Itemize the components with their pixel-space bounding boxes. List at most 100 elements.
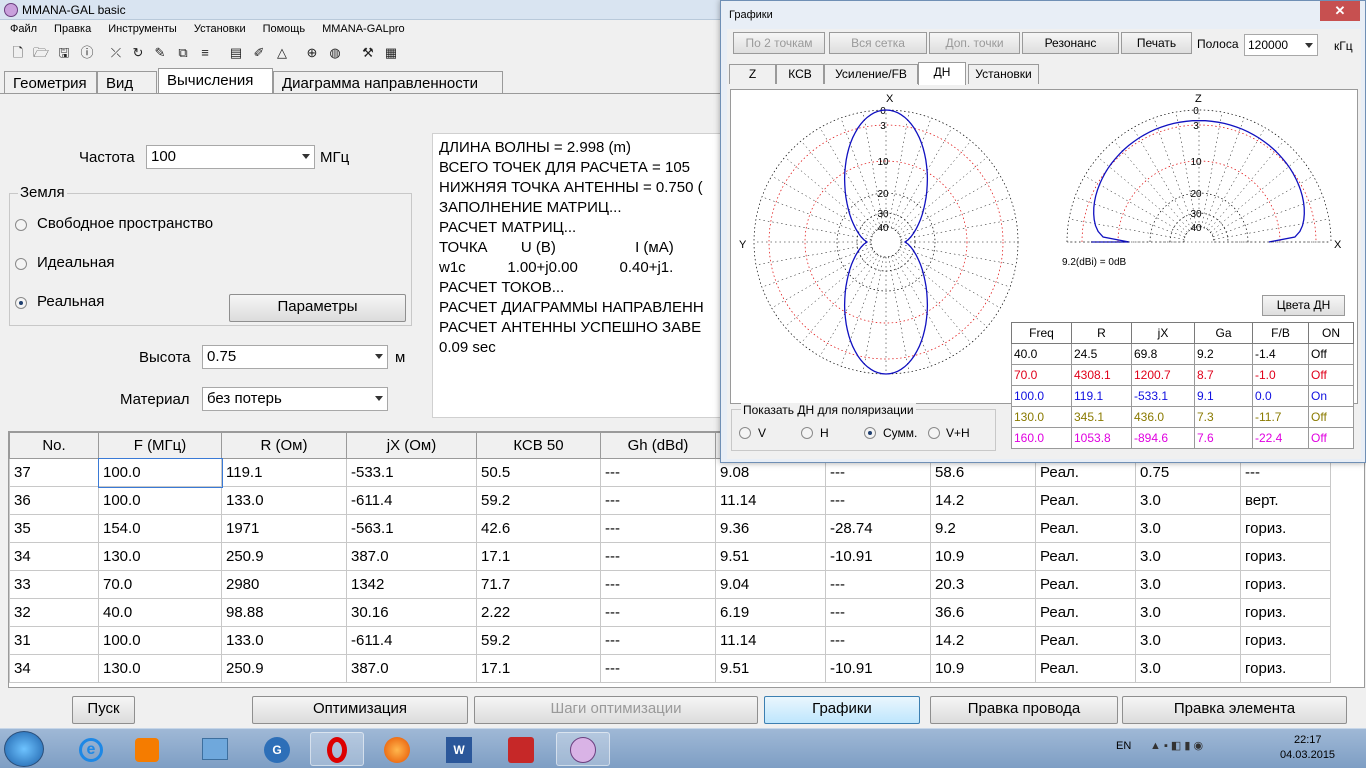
freq-table-cell[interactable]: 4308.1 <box>1071 364 1132 386</box>
freq-table-cell[interactable]: 7.6 <box>1194 427 1253 449</box>
menu-edit[interactable]: Правка <box>44 20 98 35</box>
table-cell[interactable]: Реал. <box>1035 542 1136 571</box>
table-cell[interactable]: гориз. <box>1240 654 1331 683</box>
start-button[interactable]: Пуск <box>72 696 135 724</box>
table-cell[interactable]: 71.7 <box>476 570 601 599</box>
table-cell[interactable]: 130.0 <box>98 654 222 683</box>
page-icon[interactable]: ≡ <box>197 45 213 61</box>
table-cell[interactable]: 10.9 <box>930 542 1036 571</box>
table-cell[interactable]: 133.0 <box>221 486 347 515</box>
table-cell[interactable]: 100.0 <box>98 626 222 655</box>
triangle-icon[interactable]: △ <box>274 45 290 61</box>
table-cell[interactable]: Реал. <box>1035 598 1136 627</box>
col-header[interactable]: No. <box>9 432 99 459</box>
freq-table-cell[interactable]: 24.5 <box>1071 343 1132 365</box>
table-cell[interactable]: 17.1 <box>476 542 601 571</box>
table-row[interactable]: 31 100.0 133.0 -611.4 59.2 --- 11.14 --- 14.2 Реа… <box>9 626 1331 655</box>
table-cell[interactable]: --- <box>600 542 716 571</box>
table-cell[interactable]: 9.04 <box>715 570 826 599</box>
table-cell[interactable]: Реал. <box>1035 570 1136 599</box>
table-cell[interactable]: -10.91 <box>825 654 931 683</box>
freq-table-cell[interactable]: 345.1 <box>1071 406 1132 428</box>
table-cell[interactable]: --- <box>600 654 716 683</box>
sphere-icon[interactable]: ◍ <box>327 45 343 61</box>
table-cell[interactable]: 154.0 <box>98 514 222 543</box>
wire-icon[interactable]: ⤫ <box>108 45 124 61</box>
freq-table-cell[interactable]: Off <box>1308 406 1354 428</box>
table-cell[interactable]: 3.0 <box>1135 486 1241 515</box>
freq-table-cell[interactable]: 1200.7 <box>1131 364 1195 386</box>
table-cell[interactable]: 98.88 <box>221 598 347 627</box>
target-icon[interactable]: ⊕ <box>304 45 320 61</box>
table-cell[interactable]: 387.0 <box>346 654 477 683</box>
table-cell[interactable]: гориз. <box>1240 542 1331 571</box>
ptab-swr[interactable]: КСВ <box>776 64 824 84</box>
skype-icon[interactable]: G <box>250 732 304 766</box>
mmana-icon[interactable] <box>556 732 610 766</box>
radio-ideal-label[interactable]: Идеальная <box>37 254 115 271</box>
freq-table-cell[interactable]: Off <box>1308 343 1354 365</box>
table-row[interactable]: 34 130.0 250.9 387.0 17.1 --- 9.51 -10.91 10.9 Ре… <box>9 542 1331 571</box>
table-cell[interactable]: 9.51 <box>715 542 826 571</box>
col-header[interactable]: КСВ 50 <box>476 432 601 459</box>
table-cell[interactable]: 10.9 <box>930 654 1036 683</box>
table-cell[interactable]: --- <box>600 570 716 599</box>
freq-table-cell[interactable]: 436.0 <box>1131 406 1195 428</box>
firefox-icon[interactable] <box>370 732 424 766</box>
freq-table-cell[interactable]: -1.4 <box>1252 343 1309 365</box>
tools-icon[interactable]: ⚒ <box>360 45 376 61</box>
table-cell[interactable]: 3.0 <box>1135 514 1241 543</box>
table-cell[interactable]: 1971 <box>221 514 347 543</box>
table-cell[interactable]: --- <box>600 486 716 515</box>
freq-table-cell[interactable]: On <box>1308 385 1354 407</box>
ptab-gain[interactable]: Усиление/FB <box>824 64 918 84</box>
table-cell[interactable]: --- <box>825 626 931 655</box>
table-cell[interactable]: --- <box>825 486 931 515</box>
media-player-icon[interactable] <box>120 732 174 766</box>
ptab-settings[interactable]: Установки <box>968 64 1039 84</box>
table-cell[interactable]: Реал. <box>1035 486 1136 515</box>
table-cell[interactable]: -28.74 <box>825 514 931 543</box>
table-cell[interactable]: -533.1 <box>346 458 477 487</box>
table-cell[interactable]: --- <box>600 598 716 627</box>
table-cell[interactable]: 59.2 <box>476 626 601 655</box>
table-cell[interactable]: 14.2 <box>930 486 1036 515</box>
table-cell[interactable]: гориз. <box>1240 570 1331 599</box>
table-cell[interactable]: -10.91 <box>825 542 931 571</box>
calculator-icon[interactable]: ▦ <box>383 45 399 61</box>
table-row[interactable]: 35 154.0 1971 -563.1 42.6 --- 9.36 -28.74 9.2 Реа… <box>9 514 1331 543</box>
table-cell[interactable]: --- <box>600 514 716 543</box>
radio-real-label[interactable]: Реальная <box>37 293 104 310</box>
menu-pro[interactable]: MMANA-GALpro <box>312 20 412 35</box>
freq-table-row[interactable]: 70.0 4308.1 1200.7 8.7 -1.0 Off <box>1011 364 1354 386</box>
table-cell[interactable]: 3.0 <box>1135 598 1241 627</box>
table-cell[interactable]: 20.3 <box>930 570 1036 599</box>
table-cell[interactable]: 3.0 <box>1135 570 1241 599</box>
table-cell[interactable]: гориз. <box>1240 598 1331 627</box>
freq-combo[interactable]: 100 <box>146 145 315 169</box>
table-row[interactable]: 36 100.0 133.0 -611.4 59.2 --- 11.14 --- 14.2 Реа… <box>9 486 1331 515</box>
material-combo[interactable]: без потерь <box>202 387 388 411</box>
table-cell[interactable]: 2980 <box>221 570 347 599</box>
radio-free-space-label[interactable]: Свободное пространство <box>37 215 213 232</box>
radio-real[interactable] <box>15 297 27 309</box>
table-cell[interactable]: 250.9 <box>221 654 347 683</box>
table-cell[interactable]: 33 <box>9 570 99 599</box>
language-indicator[interactable]: EN <box>1116 740 1131 752</box>
table-cell[interactable]: --- <box>600 626 716 655</box>
freq-table-cell[interactable]: 9.2 <box>1194 343 1253 365</box>
extra-points-button[interactable]: Доп. точки <box>929 32 1020 54</box>
graphs-button[interactable]: Графики <box>764 696 920 724</box>
freq-table-cell[interactable]: -894.6 <box>1131 427 1195 449</box>
save-icon[interactable]: 🖫 <box>56 45 72 61</box>
menu-settings[interactable]: Установки <box>184 20 253 35</box>
full-grid-button[interactable]: Вся сетка <box>829 32 927 54</box>
table-cell[interactable]: 35 <box>9 514 99 543</box>
tab-geometry[interactable]: Геометрия <box>4 71 97 93</box>
table-cell[interactable]: 36.6 <box>930 598 1036 627</box>
table-cell[interactable]: 3.0 <box>1135 654 1241 683</box>
table-cell[interactable]: 2.22 <box>476 598 601 627</box>
rotate-icon[interactable]: ↻ <box>130 45 146 61</box>
freq-table-cell[interactable]: -533.1 <box>1131 385 1195 407</box>
band-combo[interactable]: 120000 <box>1244 34 1318 56</box>
